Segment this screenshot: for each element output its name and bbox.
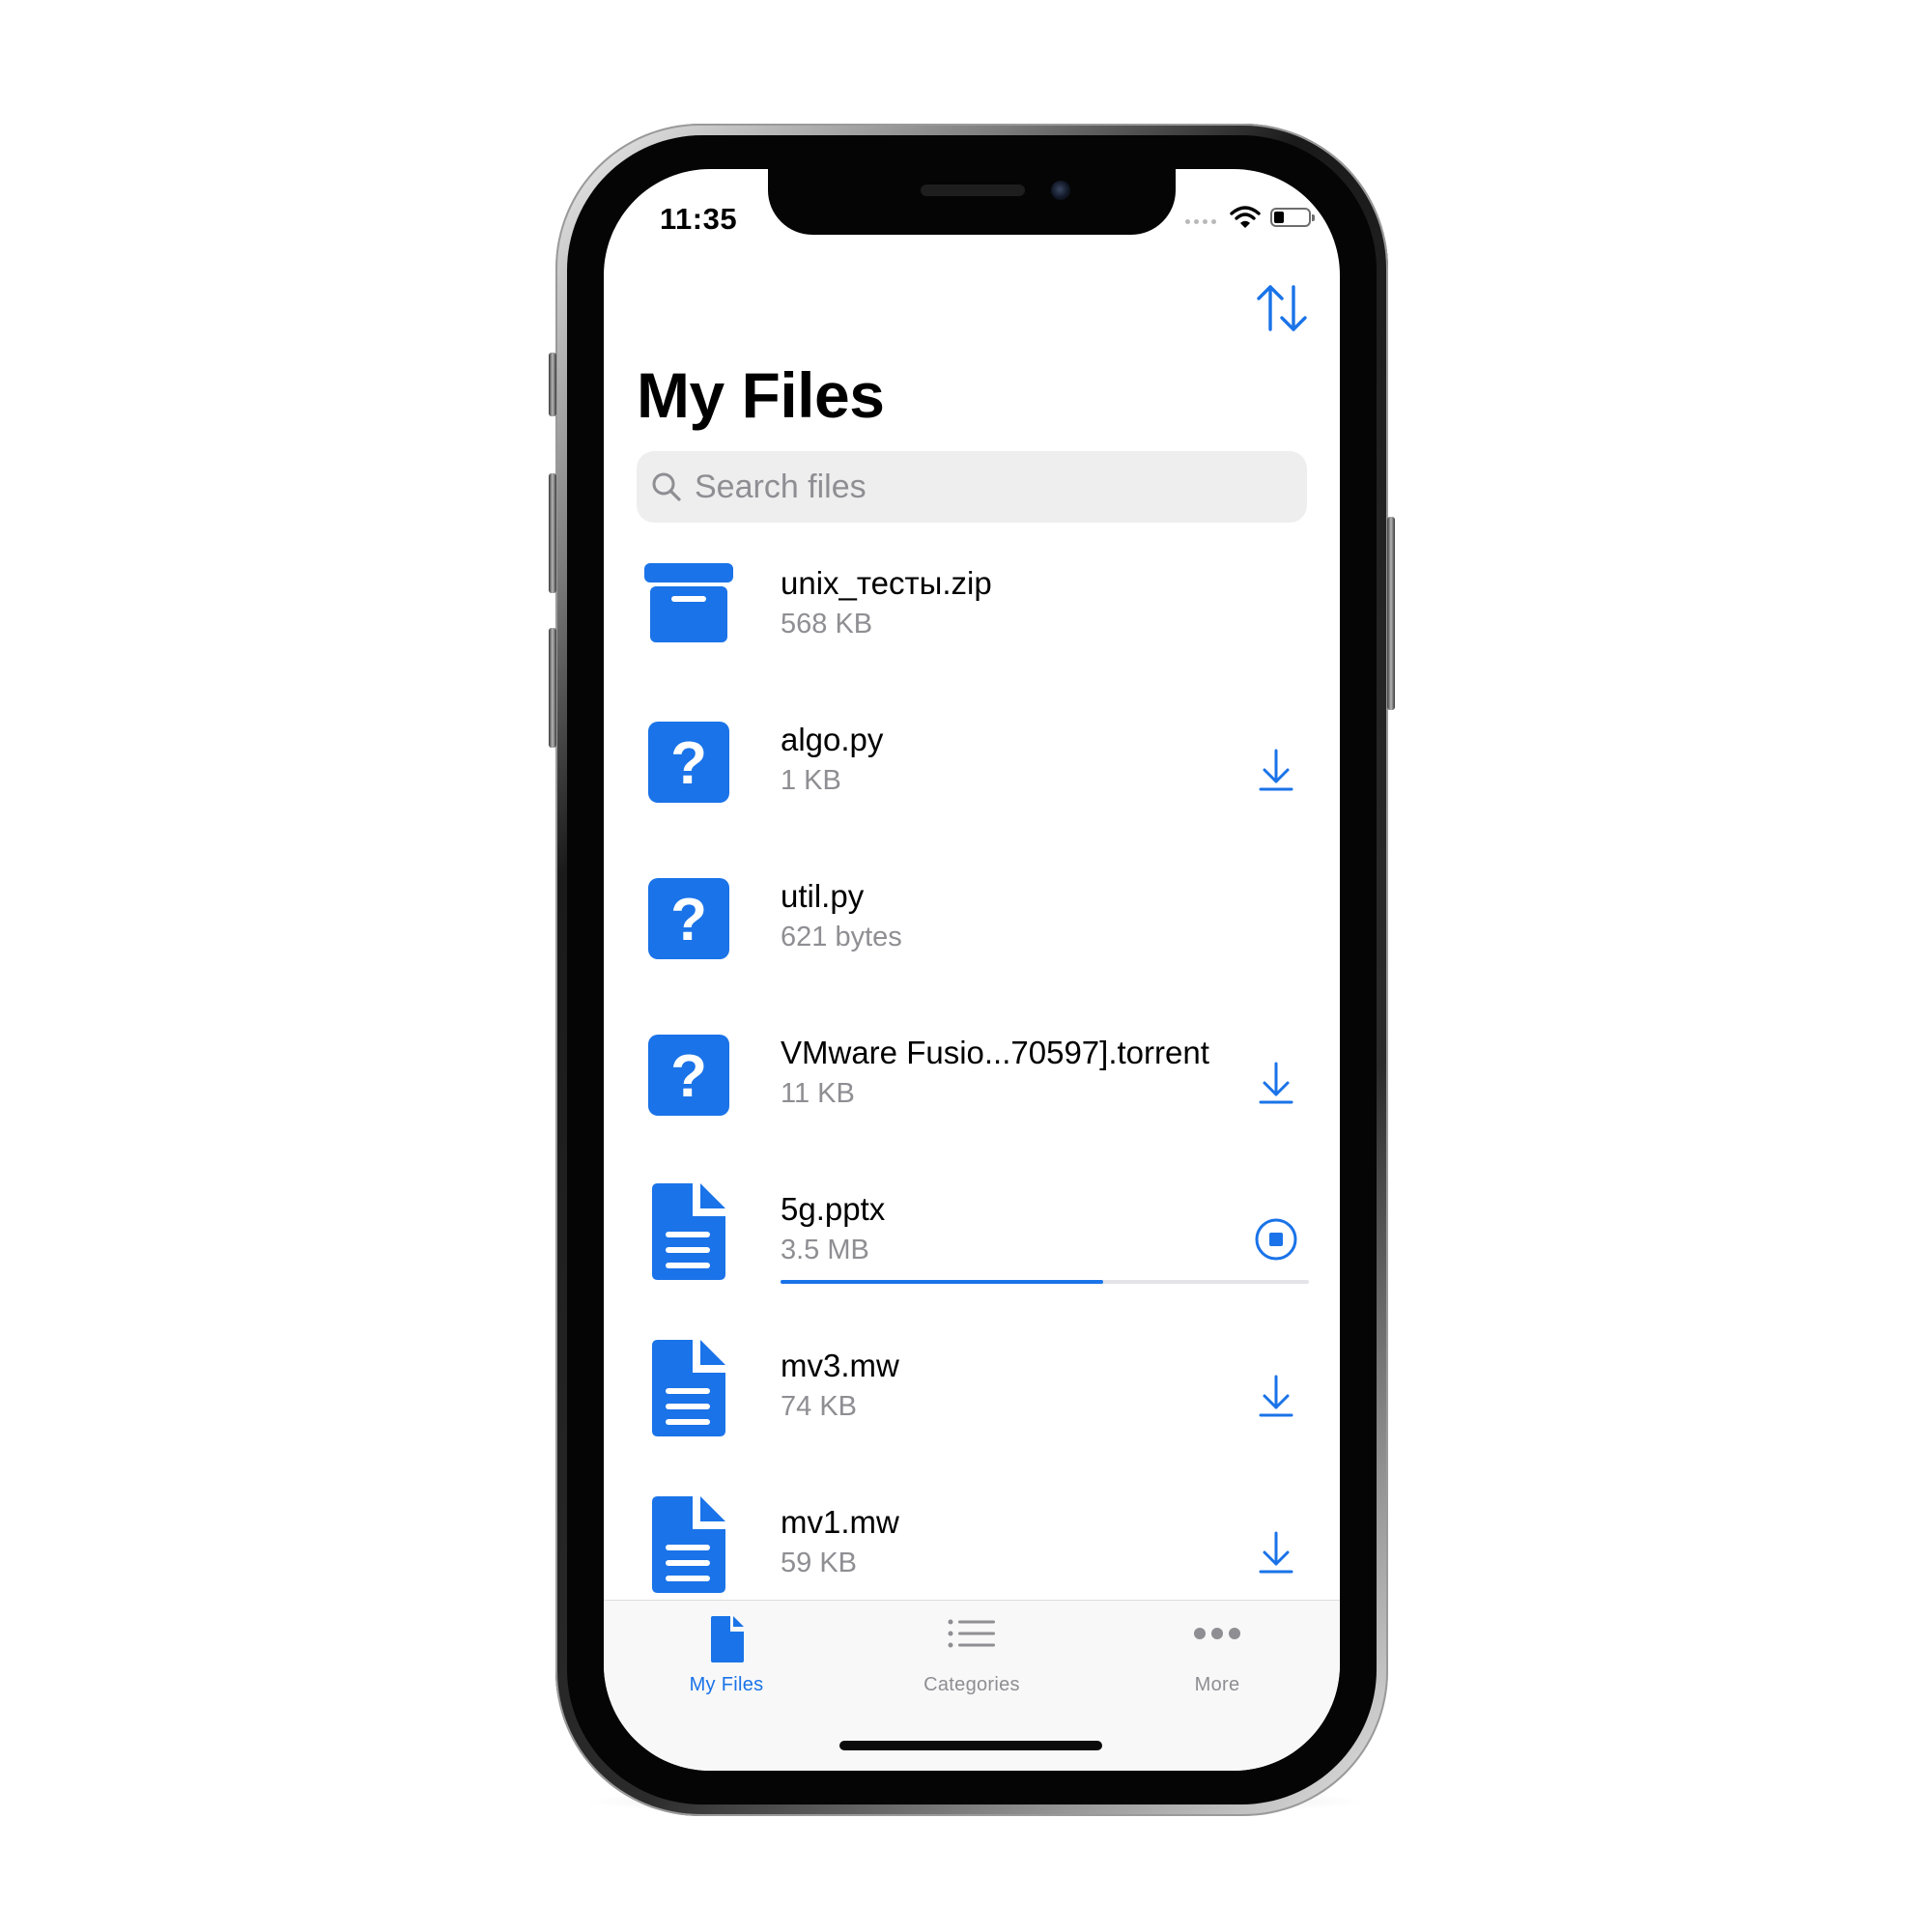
file-name: unix_тесты.zip [781,565,992,601]
tab-more[interactable]: More [1121,1612,1314,1696]
phone-screen: 11:35 My Files unix_т [604,169,1340,1771]
file-name: util.py [781,878,865,914]
file-size: 621 bytes [781,922,902,952]
tab-categories[interactable]: Categories [875,1612,1068,1696]
speaker-grille [921,185,1025,196]
tab-label: Categories [923,1674,1020,1695]
unknown-file-icon: ? [648,878,729,959]
document-icon [711,1616,744,1662]
list-icon [948,1619,995,1648]
tab-label: More [1194,1674,1240,1695]
silent-switch [549,353,556,416]
more-dots-icon [1194,1628,1240,1639]
wifi-icon [1230,206,1261,228]
home-indicator[interactable] [839,1741,1102,1750]
tab-label: My Files [689,1674,764,1695]
battery-icon [1270,208,1315,227]
download-icon[interactable] [1253,1529,1299,1576]
file-row[interactable]: mv3.mw 74 KB [604,1340,1340,1496]
cellular-signal-icon [1185,211,1216,224]
download-icon[interactable] [1253,747,1299,793]
file-row[interactable]: ? util.py 621 bytes [604,870,1340,1027]
page-title: My Files [637,359,885,431]
search-bar[interactable] [637,451,1307,523]
file-size: 1 KB [781,765,841,796]
file-list: unix_тесты.zip 568 KB ? algo.py 1 KB ? u… [604,557,1340,1771]
download-progress-bar [781,1280,1309,1284]
file-size: 3.5 MB [781,1235,869,1265]
unknown-file-icon: ? [648,1035,729,1116]
file-name: mv3.mw [781,1348,899,1383]
file-name: 5g.pptx [781,1191,886,1227]
file-row[interactable]: ? algo.py 1 KB [604,714,1340,870]
archive-box-icon [644,563,733,642]
tab-my-files[interactable]: My Files [630,1612,823,1696]
front-camera [1051,181,1070,200]
file-row[interactable]: unix_тесты.zip 568 KB [604,557,1340,714]
document-icon [652,1496,725,1593]
file-row[interactable]: ? VMware Fusio...70597].torrent 11 KB [604,1027,1340,1183]
download-icon[interactable] [1253,1373,1299,1419]
file-row[interactable]: 5g.pptx 3.5 MB [604,1183,1340,1340]
file-size: 11 KB [781,1078,855,1109]
status-time: 11:35 [660,202,738,236]
file-size: 74 KB [781,1391,857,1422]
file-name: VMware Fusio...70597].torrent [781,1035,1209,1070]
search-input[interactable] [695,468,1274,506]
file-name: algo.py [781,722,884,757]
notch [768,169,1176,235]
volume-down-button [549,628,556,748]
document-icon [652,1340,725,1436]
document-icon [652,1183,725,1280]
file-size: 59 KB [781,1548,857,1578]
svg-text:?: ? [670,1043,707,1110]
search-icon [652,472,681,501]
download-icon[interactable] [1253,1060,1299,1106]
stop-download-icon[interactable] [1253,1216,1299,1263]
file-size: 568 KB [781,609,873,639]
svg-text:?: ? [670,887,707,953]
svg-text:?: ? [670,730,707,797]
volume-up-button [549,473,556,593]
unknown-file-icon: ? [648,722,729,803]
download-progress-fill [781,1280,1103,1284]
status-indicators [1185,206,1315,229]
file-name: mv1.mw [781,1504,899,1540]
power-button [1387,517,1395,710]
sort-arrows-icon[interactable] [1253,279,1311,337]
